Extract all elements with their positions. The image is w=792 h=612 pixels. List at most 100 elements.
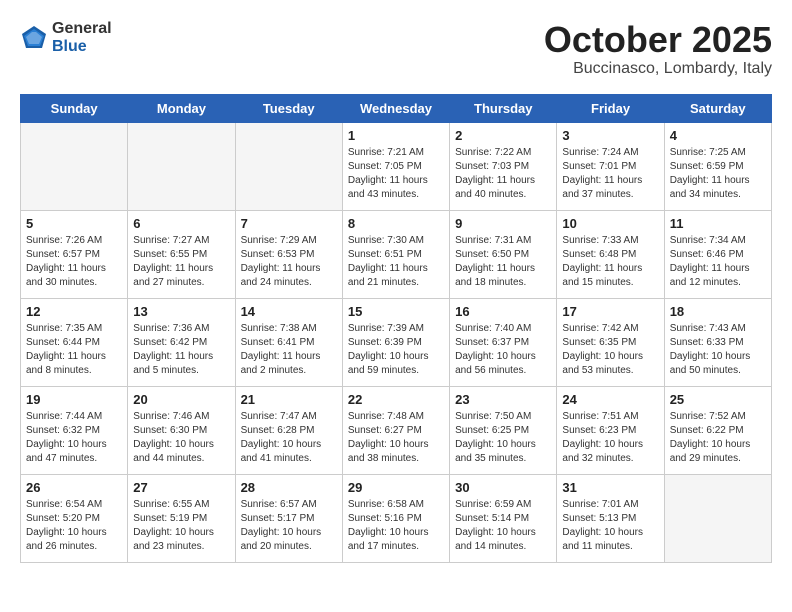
logo: General Blue xyxy=(20,20,112,55)
day-number: 25 xyxy=(670,392,766,407)
calendar-week-row: 19Sunrise: 7:44 AM Sunset: 6:32 PM Dayli… xyxy=(21,386,772,474)
calendar-cell: 9 Sunrise: 7:31 AM Sunset: 6:50 PM Daylig… xyxy=(450,210,557,298)
calendar-cell: 25 Sunrise: 7:52 AM Sunset: 6:22 PM Dayli… xyxy=(664,386,771,474)
day-info: Sunrise: 7:24 AM Sunset: 7:01 PM Dayligh… xyxy=(562,146,658,202)
day-number: 15 xyxy=(348,304,444,319)
day-header-saturday: Saturday xyxy=(664,94,771,122)
calendar-cell: 19Sunrise: 7:44 AM Sunset: 6:32 PM Dayli… xyxy=(21,386,128,474)
calendar-week-row: 12Sunrise: 7:35 AM Sunset: 6:44 PM Dayli… xyxy=(21,298,772,386)
calendar-cell: 24Sunrise: 7:51 AM Sunset: 6:23 PM Dayli… xyxy=(557,386,664,474)
day-number: 8 xyxy=(348,216,444,231)
calendar-cell: 4 Sunrise: 7:25 AM Sunset: 6:59 PM Daylig… xyxy=(664,122,771,210)
day-info: Sunrise: 6:54 AM Sunset: 5:20 PM Dayligh… xyxy=(26,498,122,554)
calendar-cell: 8 Sunrise: 7:30 AM Sunset: 6:51 PM Daylig… xyxy=(342,210,449,298)
day-info: Sunrise: 7:36 AM Sunset: 6:42 PM Dayligh… xyxy=(133,322,229,378)
calendar-cell: 22 Sunrise: 7:48 AM Sunset: 6:27 PM Dayli… xyxy=(342,386,449,474)
calendar-cell: 15 Sunrise: 7:39 AM Sunset: 6:39 PM Dayli… xyxy=(342,298,449,386)
calendar-cell: 20Sunrise: 7:46 AM Sunset: 6:30 PM Dayli… xyxy=(128,386,235,474)
day-info: Sunrise: 7:29 AM Sunset: 6:53 PM Dayligh… xyxy=(241,234,337,290)
day-number: 30 xyxy=(455,480,551,495)
day-header-wednesday: Wednesday xyxy=(342,94,449,122)
calendar-week-row: 1Sunrise: 7:21 AM Sunset: 7:05 PM Daylig… xyxy=(21,122,772,210)
calendar-cell: 28 Sunrise: 6:57 AM Sunset: 5:17 PM Dayli… xyxy=(235,474,342,562)
calendar-week-row: 26 Sunrise: 6:54 AM Sunset: 5:20 PM Dayli… xyxy=(21,474,772,562)
day-info: Sunrise: 7:50 AM Sunset: 6:25 PM Dayligh… xyxy=(455,410,551,466)
calendar-cell: 12Sunrise: 7:35 AM Sunset: 6:44 PM Dayli… xyxy=(21,298,128,386)
day-header-thursday: Thursday xyxy=(450,94,557,122)
day-number: 18 xyxy=(670,304,766,319)
day-number: 14 xyxy=(241,304,337,319)
month-title: October 2025 xyxy=(544,20,772,60)
calendar-cell xyxy=(664,474,771,562)
day-info: Sunrise: 7:01 AM Sunset: 5:13 PM Dayligh… xyxy=(562,498,658,554)
day-info: Sunrise: 7:48 AM Sunset: 6:27 PM Dayligh… xyxy=(348,410,444,466)
calendar-cell: 5 Sunrise: 7:26 AM Sunset: 6:57 PM Daylig… xyxy=(21,210,128,298)
calendar-cell: 21 Sunrise: 7:47 AM Sunset: 6:28 PM Dayli… xyxy=(235,386,342,474)
day-number: 29 xyxy=(348,480,444,495)
calendar-cell: 10Sunrise: 7:33 AM Sunset: 6:48 PM Dayli… xyxy=(557,210,664,298)
day-info: Sunrise: 7:31 AM Sunset: 6:50 PM Dayligh… xyxy=(455,234,551,290)
calendar-cell: 1Sunrise: 7:21 AM Sunset: 7:05 PM Daylig… xyxy=(342,122,449,210)
day-header-tuesday: Tuesday xyxy=(235,94,342,122)
day-number: 6 xyxy=(133,216,229,231)
day-number: 21 xyxy=(241,392,337,407)
day-number: 5 xyxy=(26,216,122,231)
day-info: Sunrise: 6:55 AM Sunset: 5:19 PM Dayligh… xyxy=(133,498,229,554)
day-number: 27 xyxy=(133,480,229,495)
calendar-cell xyxy=(235,122,342,210)
day-number: 31 xyxy=(562,480,658,495)
logo-icon xyxy=(20,24,48,52)
day-number: 22 xyxy=(348,392,444,407)
day-number: 26 xyxy=(26,480,122,495)
calendar-cell: 18 Sunrise: 7:43 AM Sunset: 6:33 PM Dayli… xyxy=(664,298,771,386)
calendar-header-row: SundayMondayTuesdayWednesdayThursdayFrid… xyxy=(21,94,772,122)
calendar-week-row: 5 Sunrise: 7:26 AM Sunset: 6:57 PM Daylig… xyxy=(21,210,772,298)
calendar-cell: 3 Sunrise: 7:24 AM Sunset: 7:01 PM Daylig… xyxy=(557,122,664,210)
day-info: Sunrise: 7:34 AM Sunset: 6:46 PM Dayligh… xyxy=(670,234,766,290)
day-number: 4 xyxy=(670,128,766,143)
title-block: October 2025 Buccinasco, Lombardy, Italy xyxy=(544,20,772,78)
day-info: Sunrise: 6:58 AM Sunset: 5:16 PM Dayligh… xyxy=(348,498,444,554)
calendar-cell: 16Sunrise: 7:40 AM Sunset: 6:37 PM Dayli… xyxy=(450,298,557,386)
calendar-cell: 2Sunrise: 7:22 AM Sunset: 7:03 PM Daylig… xyxy=(450,122,557,210)
logo-blue-text: Blue xyxy=(52,38,112,56)
day-info: Sunrise: 7:21 AM Sunset: 7:05 PM Dayligh… xyxy=(348,146,444,202)
day-info: Sunrise: 7:42 AM Sunset: 6:35 PM Dayligh… xyxy=(562,322,658,378)
day-number: 13 xyxy=(133,304,229,319)
day-number: 28 xyxy=(241,480,337,495)
location-title: Buccinasco, Lombardy, Italy xyxy=(544,60,772,78)
calendar-cell: 14Sunrise: 7:38 AM Sunset: 6:41 PM Dayli… xyxy=(235,298,342,386)
calendar-cell: 23Sunrise: 7:50 AM Sunset: 6:25 PM Dayli… xyxy=(450,386,557,474)
day-info: Sunrise: 6:59 AM Sunset: 5:14 PM Dayligh… xyxy=(455,498,551,554)
calendar-cell: 27 Sunrise: 6:55 AM Sunset: 5:19 PM Dayli… xyxy=(128,474,235,562)
day-info: Sunrise: 7:47 AM Sunset: 6:28 PM Dayligh… xyxy=(241,410,337,466)
day-info: Sunrise: 6:57 AM Sunset: 5:17 PM Dayligh… xyxy=(241,498,337,554)
calendar-cell: 26 Sunrise: 6:54 AM Sunset: 5:20 PM Dayli… xyxy=(21,474,128,562)
day-info: Sunrise: 7:39 AM Sunset: 6:39 PM Dayligh… xyxy=(348,322,444,378)
day-info: Sunrise: 7:43 AM Sunset: 6:33 PM Dayligh… xyxy=(670,322,766,378)
day-info: Sunrise: 7:26 AM Sunset: 6:57 PM Dayligh… xyxy=(26,234,122,290)
day-info: Sunrise: 7:25 AM Sunset: 6:59 PM Dayligh… xyxy=(670,146,766,202)
day-info: Sunrise: 7:30 AM Sunset: 6:51 PM Dayligh… xyxy=(348,234,444,290)
day-number: 7 xyxy=(241,216,337,231)
logo-general-text: General xyxy=(52,20,112,38)
day-number: 10 xyxy=(562,216,658,231)
calendar-table: SundayMondayTuesdayWednesdayThursdayFrid… xyxy=(20,94,772,563)
day-info: Sunrise: 7:27 AM Sunset: 6:55 PM Dayligh… xyxy=(133,234,229,290)
day-number: 3 xyxy=(562,128,658,143)
calendar-cell: 29 Sunrise: 6:58 AM Sunset: 5:16 PM Dayli… xyxy=(342,474,449,562)
day-number: 24 xyxy=(562,392,658,407)
calendar-cell: 6 Sunrise: 7:27 AM Sunset: 6:55 PM Daylig… xyxy=(128,210,235,298)
day-number: 16 xyxy=(455,304,551,319)
calendar-cell: 7 Sunrise: 7:29 AM Sunset: 6:53 PM Daylig… xyxy=(235,210,342,298)
day-number: 9 xyxy=(455,216,551,231)
calendar-cell: 31 Sunrise: 7:01 AM Sunset: 5:13 PM Dayli… xyxy=(557,474,664,562)
day-number: 19 xyxy=(26,392,122,407)
calendar-cell: 17Sunrise: 7:42 AM Sunset: 6:35 PM Dayli… xyxy=(557,298,664,386)
calendar-cell: 11 Sunrise: 7:34 AM Sunset: 6:46 PM Dayli… xyxy=(664,210,771,298)
day-number: 11 xyxy=(670,216,766,231)
day-number: 2 xyxy=(455,128,551,143)
day-info: Sunrise: 7:52 AM Sunset: 6:22 PM Dayligh… xyxy=(670,410,766,466)
calendar-cell: 30 Sunrise: 6:59 AM Sunset: 5:14 PM Dayli… xyxy=(450,474,557,562)
day-info: Sunrise: 7:46 AM Sunset: 6:30 PM Dayligh… xyxy=(133,410,229,466)
